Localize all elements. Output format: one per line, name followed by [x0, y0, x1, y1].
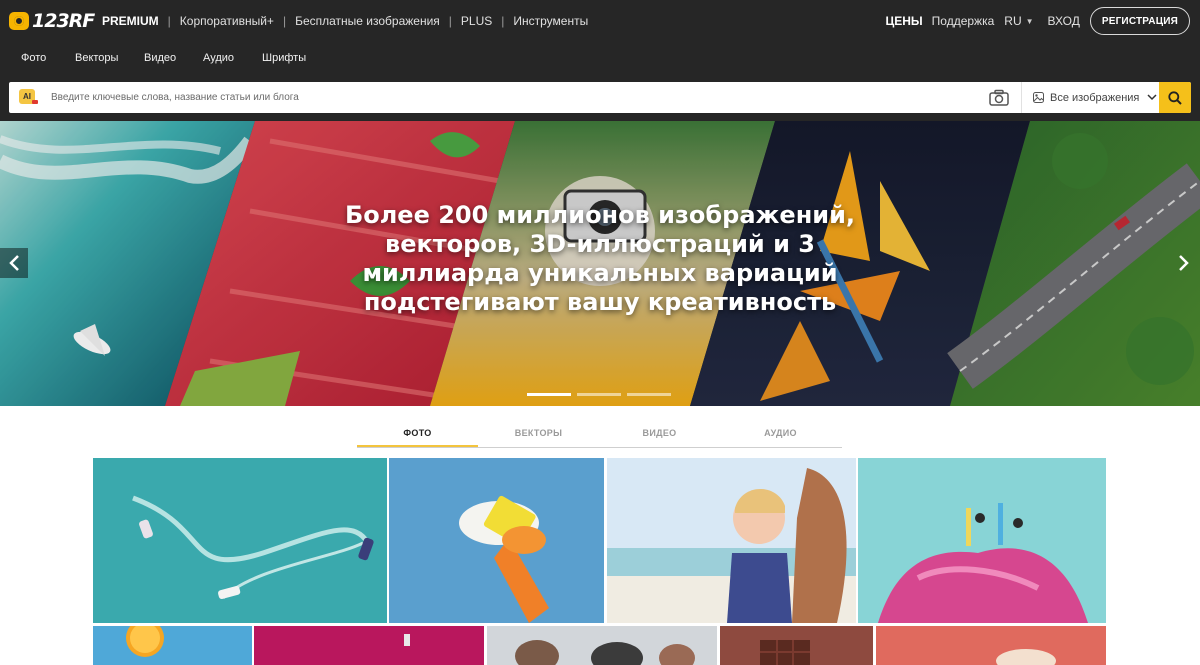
- carousel-dot[interactable]: [527, 393, 571, 396]
- image-tile[interactable]: [93, 458, 387, 623]
- carousel-dot[interactable]: [627, 393, 671, 396]
- image-tile[interactable]: [858, 458, 1106, 623]
- top-navigation: PREMIUM | Корпоративный+ | Бесплатные из…: [102, 14, 588, 28]
- image-tile[interactable]: [607, 458, 856, 623]
- camera-icon[interactable]: [989, 89, 1009, 106]
- tab-photo[interactable]: ФОТО: [357, 420, 478, 447]
- category-navigation: Фото Векторы Видео Аудио Шрифты: [0, 42, 1200, 76]
- support-link[interactable]: Поддержка: [932, 14, 995, 28]
- nav-tools[interactable]: Инструменты: [513, 14, 588, 28]
- hero-title-line: векторов, 3D-иллюстраций и 3: [385, 230, 815, 258]
- chevron-left-icon: [9, 255, 19, 271]
- carousel-next-button[interactable]: [1170, 248, 1198, 278]
- carousel-prev-button[interactable]: [0, 248, 28, 278]
- nav-separator: |: [167, 14, 171, 28]
- hero-carousel: Более 200 миллионов изображений, векторо…: [0, 121, 1200, 406]
- search-button[interactable]: [1159, 82, 1191, 113]
- magenta-photo: [254, 626, 484, 665]
- image-type-label: Все изображения: [1050, 91, 1140, 104]
- carousel-dot[interactable]: [577, 393, 621, 396]
- search-bar: AI Все изображения: [9, 82, 1191, 113]
- search-area: AI Все изображения: [0, 76, 1200, 121]
- image-tile[interactable]: [720, 626, 873, 665]
- prices-link[interactable]: ЦЕНЫ: [885, 14, 922, 28]
- image-tile[interactable]: [487, 626, 717, 665]
- image-tile[interactable]: [876, 626, 1106, 665]
- nav-premium[interactable]: PREMIUM: [102, 14, 159, 28]
- ai-icon[interactable]: AI: [19, 89, 38, 104]
- image-tile[interactable]: [389, 458, 604, 623]
- people-photo: [487, 626, 717, 665]
- language-selector[interactable]: RU ▼: [1004, 14, 1033, 28]
- top-bar: 123RF PREMIUM | Корпоративный+ | Бесплат…: [0, 0, 1200, 42]
- media-tabs: ФОТО ВЕКТОРЫ ВИДЕО АУДИО: [357, 420, 842, 448]
- image-tile[interactable]: [254, 626, 484, 665]
- icecream-surfers-photo: [858, 458, 1106, 623]
- nav-free-images[interactable]: Бесплатные изображения: [295, 14, 440, 28]
- register-button[interactable]: РЕГИСТРАЦИЯ: [1089, 7, 1190, 35]
- tab-audio[interactable]: АУДИО: [720, 420, 841, 447]
- hero-title: Более 200 миллионов изображений, векторо…: [300, 201, 900, 317]
- search-input[interactable]: [51, 82, 971, 113]
- beach-girl-photo: [607, 458, 856, 623]
- nav-plus[interactable]: PLUS: [461, 14, 492, 28]
- nav-separator: |: [448, 14, 452, 28]
- tab-video[interactable]: ВИДЕО: [599, 420, 720, 447]
- image-icon: [1033, 92, 1044, 103]
- category-fonts[interactable]: Шрифты: [262, 52, 306, 64]
- search-divider: [1021, 82, 1022, 113]
- hero-title-line: подстегивают вашу креативность: [363, 288, 837, 316]
- category-audio[interactable]: Аудио: [203, 52, 234, 64]
- logo[interactable]: 123RF: [9, 10, 95, 32]
- nav-separator: |: [282, 14, 287, 28]
- language-label: RU: [1004, 14, 1022, 28]
- carousel-indicators: [527, 393, 677, 396]
- image-tile[interactable]: [93, 626, 252, 665]
- coral-photo: [876, 626, 1106, 665]
- category-vectors[interactable]: Векторы: [75, 52, 118, 64]
- logo-text: 123RF: [32, 10, 95, 32]
- sponge-glove-photo: [389, 458, 604, 623]
- login-link[interactable]: ВХОД: [1048, 14, 1080, 28]
- category-video[interactable]: Видео: [144, 52, 176, 64]
- jetski-photo: [93, 458, 387, 623]
- chevron-down-icon: ▼: [1025, 16, 1034, 26]
- hero-title-line: миллиарда уникальных вариаций: [362, 259, 838, 287]
- chevron-down-icon: [1147, 94, 1157, 101]
- camera-logo-icon: [9, 12, 29, 30]
- search-icon: [1168, 90, 1182, 105]
- tab-vectors[interactable]: ВЕКТОРЫ: [478, 420, 599, 447]
- hero-title-line: Более 200 миллионов изображений,: [344, 201, 856, 229]
- category-photo[interactable]: Фото: [21, 52, 46, 64]
- account-navigation: ЦЕНЫ Поддержка RU ▼ ВХОД РЕГИСТРАЦИЯ: [885, 7, 1190, 35]
- image-type-dropdown[interactable]: Все изображения: [1033, 82, 1157, 113]
- nav-corporate[interactable]: Корпоративный+: [180, 14, 274, 28]
- chevron-right-icon: [1179, 255, 1189, 271]
- chocolate-photo: [720, 626, 873, 665]
- nav-separator: |: [501, 14, 505, 28]
- orange-slice-photo: [93, 626, 252, 665]
